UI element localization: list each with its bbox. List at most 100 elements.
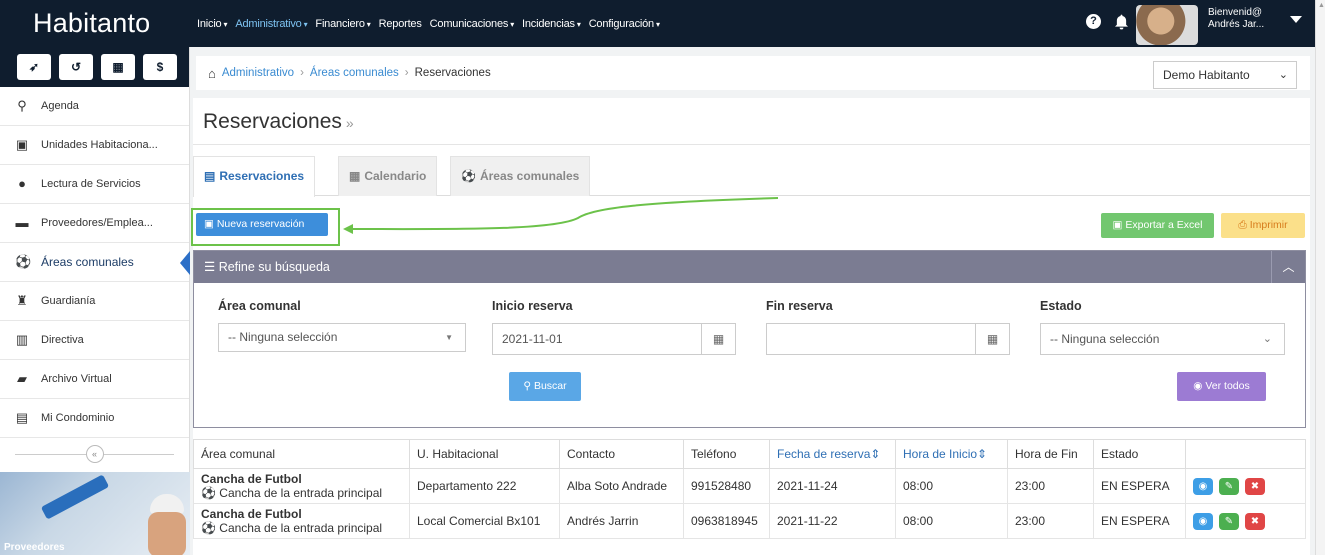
sidebar-item-lectura[interactable]: ● Lectura de Servicios [0,165,189,204]
print-icon: ⎙ [1238,219,1250,231]
breadcrumb-separator: › [404,67,409,79]
calculator-icon[interactable]: ▦ [101,54,135,80]
calendar-icon[interactable]: ▦ [975,324,1009,354]
promo-banner[interactable]: Proveedores [0,472,190,555]
dropdown-caret-icon: ▼ [445,333,453,342]
breadcrumb-administrativo[interactable]: Administrativo [222,67,294,79]
start-label: Inicio reserva [492,299,573,313]
menu-comunicaciones[interactable]: Comunicaciones ▾ [430,18,515,30]
menu-financiero[interactable]: Financiero ▾ [315,18,370,30]
worker-image [148,512,186,555]
status-label: Estado [1040,299,1082,313]
cell-unit: Departamento 222 [409,468,560,504]
cell-start: 08:00 [895,503,1008,539]
col-date[interactable]: Fecha de reserva⇕ [769,439,896,469]
sidebar-item-directiva[interactable]: ▥ Directiva [0,321,189,360]
top-navbar: Habitanto Inicio ▾ Administrativo ▾ Financ… [0,0,1315,47]
tab-reservaciones[interactable]: ▤ Reservaciones [193,156,316,197]
sidebar-item-unidades[interactable]: ▣ Unidades Habitaciona... [0,126,189,165]
status-select[interactable]: -- Ninguna selección ⌄ [1040,323,1285,355]
cell-date: 2021-11-24 [769,468,896,504]
cell-status: EN ESPERA [1093,468,1186,504]
breadcrumb-current: Reservaciones [414,67,491,79]
cell-status: EN ESPERA [1093,503,1186,539]
breadcrumb-areas-comunales[interactable]: Áreas comunales [310,67,399,79]
sidebar-item-agenda[interactable]: ⚲ Agenda [0,87,189,126]
col-status: Estado [1093,439,1186,469]
guard-icon: ♜ [16,293,28,308]
start-date-input[interactable]: 2021-11-01 ▦ [492,323,736,355]
calendar-icon[interactable]: ▦ [701,324,735,354]
calendar-plus-icon: ▣ [204,218,217,230]
helmet-image [150,494,184,514]
end-date-input[interactable]: ▦ [766,323,1010,355]
col-actions [1185,439,1306,469]
sidebar-item-guardiania[interactable]: ♜ Guardianía [0,282,189,321]
dollar-icon[interactable]: $ [143,54,177,80]
organization-select[interactable]: Demo Habitanto ⌄ [1153,61,1297,89]
eye-icon[interactable]: ◉ [1193,512,1213,530]
export-excel-button[interactable]: ▣ Exportar a Excel [1101,213,1214,238]
table-row: Cancha de Futbol ⚽ Cancha de la entrada p… [193,468,1306,504]
user-avatar[interactable] [1136,5,1198,45]
search-button[interactable]: ⚲ Buscar [509,372,581,401]
table-row: Cancha de Futbol ⚽ Cancha de la entrada p… [193,503,1306,539]
area-select[interactable]: -- Ninguna selección ▼ [218,323,466,352]
sidebar-item-archivo-virtual[interactable]: ▰ Archivo Virtual [0,360,189,399]
menu-configuracion[interactable]: Configuración ▾ [589,18,660,30]
bell-icon[interactable] [1115,14,1128,30]
user-welcome[interactable]: Bienvenid@ Andrés Jar... [1208,7,1264,31]
main-panel: Reservaciones» ▤ Reservaciones ▦ Calendari… [191,98,1310,555]
cell-area: Cancha de Futbol ⚽ Cancha de la entrada p… [193,468,410,504]
tab-calendario[interactable]: ▦ Calendario [338,156,438,196]
delete-icon[interactable]: ✖ [1245,512,1265,530]
collapse-left-icon[interactable]: « [85,445,104,463]
user-menu-caret-icon[interactable] [1290,16,1302,23]
menu-incidencias[interactable]: Incidencias ▾ [522,18,581,30]
delete-icon[interactable]: ✖ [1245,477,1265,495]
sidebar-item-areas-comunales[interactable]: ⚽ Áreas comunales [0,243,190,282]
print-button[interactable]: ⎙ Imprimir [1221,213,1305,238]
breadcrumb-separator: › [300,67,304,79]
cell-actions: ◉ ✎ ✖ [1185,503,1306,539]
soccer-ball-icon: ⚽ [201,520,216,535]
tab-bar: ▤ Reservaciones ▦ Calendario ⚽ Áreas comuna… [193,156,1310,197]
end-label: Fin reserva [766,299,833,313]
col-area: Área comunal [193,439,410,469]
menu-inicio[interactable]: Inicio ▾ [197,18,228,30]
history-icon[interactable]: ↺ [59,54,93,80]
help-icon[interactable]: ? [1086,14,1101,29]
chevron-down-icon: ⌄ [1278,69,1288,81]
filter-header[interactable]: ☰ Refine su búsqueda ︿ [194,251,1305,283]
edit-icon[interactable]: ✎ [1219,512,1239,530]
col-start[interactable]: Hora de Inicio⇕ [895,439,1008,469]
tab-areas-comunales[interactable]: ⚽ Áreas comunales [450,156,591,196]
chevron-up-icon[interactable]: ︿ [1271,251,1305,283]
menu-reportes[interactable]: Reportes [379,18,422,30]
folder-icon: ▰ [17,371,27,386]
sidebar-item-proveedores[interactable]: ▬ Proveedores/Emplea... [0,204,189,243]
sidebar-collapse: « [0,438,189,470]
soccer-ball-icon: ⚽ [201,485,216,500]
main-menu: Inicio ▾ Administrativo ▾ Financiero ▾ Repo… [197,0,668,47]
edit-icon[interactable]: ✎ [1219,477,1239,495]
page-scrollbar[interactable]: ▲ [1315,0,1325,555]
home-icon[interactable]: ⌂ [208,66,216,81]
cell-contact: Alba Soto Andrade [559,468,684,504]
drop-icon: ● [18,176,26,191]
cell-start: 08:00 [895,468,1008,504]
sort-icon: ⇕ [870,447,881,461]
new-reservation-button[interactable]: ▣ Nueva reservación [196,213,328,236]
brand-logo[interactable]: Habitanto [0,0,190,47]
eye-icon: ◉ [1193,380,1206,392]
sort-icon: ⇕ [977,447,988,461]
menu-administrativo[interactable]: Administrativo ▾ [235,18,307,30]
apartment-icon: ▤ [15,410,29,425]
quick-actions: ➶ ↺ ▦ $ [0,47,189,87]
eye-icon[interactable]: ◉ [1193,477,1213,495]
paper-plane-icon[interactable]: ➶ [17,54,51,80]
view-all-button[interactable]: ◉ Ver todos [1177,372,1266,401]
top-icons: ? [1086,14,1128,30]
calendar-grid-icon: ▦ [349,169,361,183]
sidebar-item-mi-condominio[interactable]: ▤ Mi Condominio [0,399,189,438]
